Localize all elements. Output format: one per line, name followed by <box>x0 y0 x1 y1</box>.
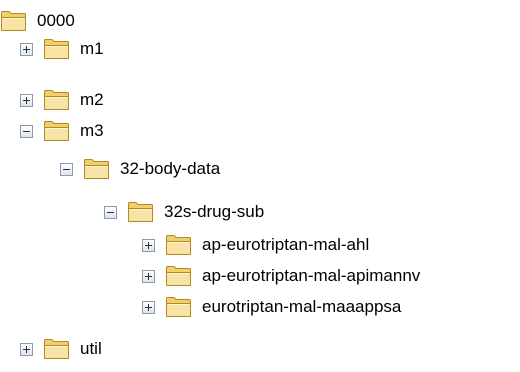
folder-icon <box>83 158 110 180</box>
expand-toggle[interactable] <box>142 300 155 314</box>
expand-toggle[interactable] <box>20 342 33 356</box>
folder-icon <box>43 89 70 111</box>
tree-node-0000[interactable]: 0000 <box>0 6 76 36</box>
folder-icon <box>165 265 192 287</box>
tree-node-util[interactable]: util <box>20 334 103 364</box>
folder-icon <box>43 120 70 142</box>
expand-toggle[interactable] <box>142 238 155 252</box>
tree-node-32s-drug-sub[interactable]: 32s-drug-sub <box>104 197 265 227</box>
tree-node-m2[interactable]: m2 <box>20 85 105 115</box>
tree-node-eurotriptan-mal-maaappsa[interactable]: eurotriptan-mal-maaappsa <box>142 292 402 322</box>
tree-node-ap-eurotriptan-mal-apimannv[interactable]: ap-eurotriptan-mal-apimannv <box>142 261 421 291</box>
folder-tree: 0000 m1 m2 m3 32-body-data 32s-drug-sub … <box>0 0 520 372</box>
expand-toggle[interactable] <box>20 42 33 56</box>
folder-icon <box>43 38 70 60</box>
tree-node-32-body-data[interactable]: 32-body-data <box>60 154 221 184</box>
expand-toggle[interactable] <box>20 93 33 107</box>
folder-icon <box>165 296 192 318</box>
tree-node-label: 32-body-data <box>120 159 221 178</box>
tree-node-label: eurotriptan-mal-maaappsa <box>202 297 402 316</box>
tree-node-m3[interactable]: m3 <box>20 116 105 146</box>
tree-node-label: util <box>80 339 102 358</box>
tree-node-label: m2 <box>80 90 104 109</box>
folder-icon <box>165 234 192 256</box>
tree-node-m1[interactable]: m1 <box>20 34 105 64</box>
expand-toggle[interactable] <box>142 269 155 283</box>
folder-icon <box>43 338 70 360</box>
collapse-toggle[interactable] <box>60 162 73 176</box>
tree-node-label: 32s-drug-sub <box>164 202 265 221</box>
tree-node-ap-eurotriptan-mal-ahl[interactable]: ap-eurotriptan-mal-ahl <box>142 230 370 260</box>
tree-node-label: 0000 <box>37 11 75 30</box>
folder-icon <box>0 10 27 32</box>
tree-node-label: ap-eurotriptan-mal-apimannv <box>202 266 421 285</box>
tree-node-label: ap-eurotriptan-mal-ahl <box>202 235 370 254</box>
tree-node-label: m3 <box>80 121 104 140</box>
collapse-toggle[interactable] <box>20 124 33 138</box>
folder-icon <box>127 201 154 223</box>
tree-node-label: m1 <box>80 39 104 58</box>
collapse-toggle[interactable] <box>104 205 117 219</box>
